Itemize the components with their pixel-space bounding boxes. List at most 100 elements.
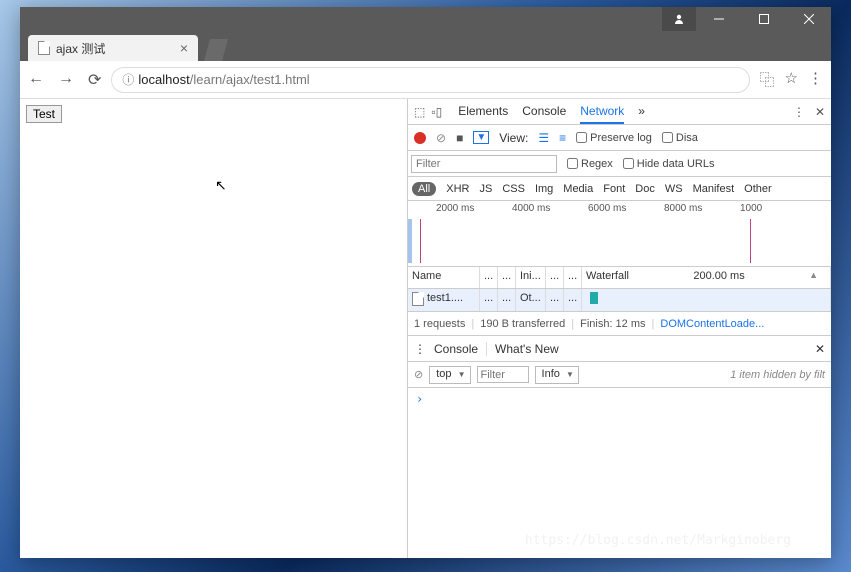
tab-elements[interactable]: Elements [458,100,508,124]
tab-strip: ajax 测试 × [20,31,831,61]
user-icon[interactable] [662,7,696,31]
type-manifest[interactable]: Manifest [693,183,735,195]
record-button[interactable] [414,132,426,144]
console-filter-input[interactable] [477,366,529,383]
drawer-tab-console[interactable]: Console [434,342,487,356]
device-icon[interactable]: ▫▯ [431,105,442,119]
th-col[interactable]: ... [546,267,564,288]
drawer-menu-icon[interactable]: ⋮ [414,342,426,356]
th-col[interactable]: ... [498,267,516,288]
filter-toggle-icon[interactable]: ▼ [473,131,489,144]
drawer-tab-whatsnew[interactable]: What's New [495,342,559,356]
type-js[interactable]: JS [479,183,492,195]
devtools-tabbar: ⬚ ▫▯ Elements Console Network » ⋮ ✕ [408,99,831,125]
browser-tab[interactable]: ajax 测试 × [28,35,198,61]
content-area: Test ↖ ⬚ ▫▯ Elements Console Network » ⋮… [20,99,831,558]
titlebar [20,7,831,31]
type-doc[interactable]: Doc [635,183,655,195]
network-summary: 1 requests| 190 B transferred| Finish: 1… [408,312,831,336]
omnibox[interactable]: ⓘ localhost/learn/ajax/test1.html [111,67,749,93]
forward-button[interactable]: → [58,70,74,90]
tab-close-icon[interactable]: × [180,40,188,56]
close-button[interactable] [786,7,831,31]
timeline-marker [420,219,421,263]
tick: 4000 ms [512,203,588,214]
view-label: View: [499,131,528,145]
type-xhr[interactable]: XHR [446,183,469,195]
console-output[interactable]: › [408,388,831,410]
disable-cache-checkbox[interactable]: Disa [662,132,698,144]
th-waterfall[interactable]: Waterfall200.00 ms▲ [582,267,831,288]
maximize-button[interactable] [741,7,786,31]
th-col[interactable]: ... [564,267,582,288]
cursor-icon: ↖ [215,177,227,194]
type-css[interactable]: CSS [502,183,525,195]
drawer-tabs: ⋮ Console What's New ✕ [408,336,831,362]
clear-button[interactable]: ⊘ [436,131,446,145]
tab-console[interactable]: Console [522,100,566,124]
address-bar: ← → ⟳ ⓘ localhost/learn/ajax/test1.html … [20,61,831,99]
page-viewport: Test ↖ [20,99,408,558]
type-ws[interactable]: WS [665,183,683,195]
network-timeline[interactable]: 2000 ms 4000 ms 6000 ms 8000 ms 1000 [408,201,831,267]
clear-console-icon[interactable]: ⊘ [414,368,423,381]
tick: 6000 ms [588,203,664,214]
summary-requests: 1 requests [414,318,465,330]
request-initiator: Ot... [516,289,546,311]
toolbar-right: ⿻ ☆ ⋮ [760,69,823,90]
type-img[interactable]: Img [535,183,553,195]
request-type-filter: All XHR JS CSS Img Media Font Doc WS Man… [408,177,831,201]
site-info-icon[interactable]: ⓘ [122,71,134,88]
bookmark-icon[interactable]: ☆ [785,69,798,90]
type-media[interactable]: Media [563,183,593,195]
request-name: test1.... [427,292,463,308]
th-col[interactable]: ... [480,267,498,288]
tab-network[interactable]: Network [580,100,624,124]
translate-icon[interactable]: ⿻ [760,69,775,90]
type-other[interactable]: Other [744,183,772,195]
type-font[interactable]: Font [603,183,625,195]
context-select[interactable]: top [429,366,470,384]
browser-window: ajax 测试 × ← → ⟳ ⓘ localhost/learn/ajax/t… [20,7,831,558]
test-button[interactable]: Test [26,105,62,123]
view-list-icon[interactable]: ☰ [538,131,549,145]
view-frames-icon[interactable]: ≡ [559,131,566,145]
th-initiator[interactable]: Ini... [516,267,546,288]
file-icon [412,292,424,306]
hide-urls-checkbox[interactable]: Hide data URLs [623,158,715,170]
type-all[interactable]: All [412,182,436,196]
summary-finish: Finish: 12 ms [580,318,645,330]
regex-checkbox[interactable]: Regex [567,158,613,170]
nav-buttons: ← → ⟳ [28,70,101,90]
tick: 1000 [740,203,816,214]
th-name[interactable]: Name [408,267,480,288]
network-filter-bar: Regex Hide data URLs [408,151,831,177]
drawer-close-icon[interactable]: ✕ [815,342,825,356]
table-row[interactable]: test1.... ... ... Ot... ... ... [408,289,831,311]
network-toolbar: ⊘ ■ ▼ View: ☰ ≡ Preserve log Disa [408,125,831,151]
reload-button[interactable]: ⟳ [88,70,101,90]
devtools-close-icon[interactable]: ✕ [815,105,825,119]
screenshot-icon[interactable]: ■ [456,131,463,145]
waterfall-bar [590,292,598,304]
devtools-panel: ⬚ ▫▯ Elements Console Network » ⋮ ✕ ⊘ ■ [408,99,831,558]
level-select[interactable]: Info [535,366,579,384]
sort-icon: ▲ [809,270,818,285]
hidden-items-label: 1 item hidden by filt [730,369,825,381]
tick: 2000 ms [436,203,512,214]
summary-transferred: 190 B transferred [480,318,565,330]
new-tab-button[interactable] [204,39,228,61]
page-icon [38,41,50,55]
back-button[interactable]: ← [28,70,44,90]
devtools-menu-icon[interactable]: ⋮ [793,105,805,119]
tab-title: ajax 测试 [56,40,105,57]
filter-input[interactable] [411,155,557,173]
inspect-icon[interactable]: ⬚ [414,105,425,119]
url-path: /learn/ajax/test1.html [190,72,310,87]
menu-icon[interactable]: ⋮ [808,69,823,90]
console-toolbar: ⊘ top Info 1 item hidden by filt [408,362,831,388]
tab-overflow-icon[interactable]: » [638,100,645,124]
watermark: https://blog.csdn.net/Markginoberg [525,533,791,548]
preserve-log-checkbox[interactable]: Preserve log [576,132,652,144]
minimize-button[interactable] [696,7,741,31]
